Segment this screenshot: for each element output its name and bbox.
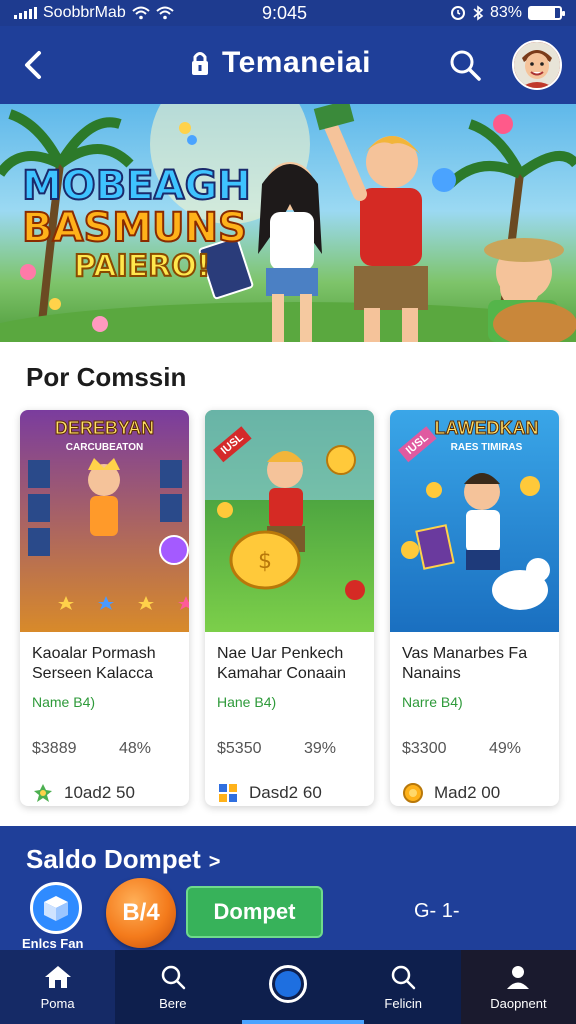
home-icon <box>44 965 71 988</box>
carrier-name: SoobbrMab <box>43 4 126 21</box>
search-icon <box>161 965 186 989</box>
wifi-icon-secondary <box>156 6 174 20</box>
game-card-percent: 39% <box>303 740 336 757</box>
nav-item-explore[interactable]: Felicin <box>346 950 461 1024</box>
nav-item-center[interactable] <box>230 950 345 1024</box>
game-card-body: Nae Uar Penkech Kamahar Conaain Hane B4)… <box>205 632 374 806</box>
header-title-group: Temaneiai <box>190 46 371 80</box>
game-card-footer-text: Dasd2 60 <box>249 783 322 802</box>
game-card-price: $5350 <box>217 740 262 757</box>
user-avatar[interactable] <box>512 40 562 90</box>
nav-item-profile[interactable]: Daopnent <box>460 950 576 1024</box>
game-card-art-subtitle: RAES TIMIRAS <box>450 442 523 453</box>
chevron-left-icon <box>25 51 41 79</box>
nav-label-home: Poma <box>40 995 75 1011</box>
app-header: Temaneiai <box>0 26 576 104</box>
game-card-tag: Name B4) <box>32 694 96 710</box>
signal-icon <box>14 7 37 19</box>
game-card-price: $3300 <box>402 740 447 757</box>
game-card-name: Nae Uar Penkech Kamahar Conaain <box>217 645 346 682</box>
game-card-footer: Dasd2 60 <box>217 782 362 804</box>
wifi-icon <box>132 6 150 20</box>
game-card-name: Vas Manarbes Fa Nanains <box>402 645 528 682</box>
balance-coin-text: B/4 <box>122 899 160 926</box>
status-left: SoobbrMab <box>14 4 174 22</box>
nav-label-profile: Daopnent <box>490 995 547 1011</box>
status-bar: SoobbrMab 9:045 83% <box>0 0 576 26</box>
wallet-title: Saldo Dompet <box>26 844 201 874</box>
game-card-percent: 49% <box>488 740 521 757</box>
game-card-list: DEREBYAN CARCUBEATON Kaoalar Pormash Ser… <box>20 410 560 806</box>
cube-icon <box>44 896 68 921</box>
person-icon <box>507 965 530 989</box>
cube-label: Enlcs Fan <box>22 936 84 951</box>
chevron-right-icon: > <box>208 851 221 873</box>
wallet-value: G- 1- <box>414 900 460 922</box>
wallet-title-link[interactable]: Saldo Dompet > <box>26 844 220 875</box>
nav-active-indicator <box>242 1020 364 1024</box>
hero-title-line-2: BASMUNS <box>21 205 248 251</box>
search-button[interactable] <box>448 48 482 82</box>
page-title: Temaneiai <box>222 46 372 79</box>
game-card-footer-text: Mad2 00 <box>434 783 501 802</box>
search-icon <box>450 50 481 81</box>
status-right: 83% <box>450 4 565 22</box>
game-card-footer-text: 10ad2 50 <box>64 783 135 802</box>
nav-item-home[interactable]: Poma <box>0 950 116 1024</box>
balance-coin: B/4 <box>106 878 176 948</box>
cube-button[interactable] <box>30 882 82 934</box>
puzzle-icon <box>219 784 237 802</box>
alarm-icon <box>450 6 465 20</box>
battery-icon <box>528 6 565 20</box>
game-card-body: Kaoalar Pormash Serseen Kalacca Name B4)… <box>20 632 189 806</box>
nav-label-explore: Felicin <box>384 995 422 1011</box>
game-card-art-title: LAWEDKAN <box>434 418 539 439</box>
svg-text:$: $ <box>258 549 272 574</box>
game-card[interactable]: IUSL LAWEDKAN RAES TIMIRAS Vas Manarbes … <box>390 410 559 806</box>
avatar-face <box>514 42 560 88</box>
game-card-stats: $5350 39% <box>217 740 362 758</box>
game-card-art-title: DEREBYAN <box>54 418 155 439</box>
dompet-button[interactable]: Dompet <box>186 886 323 938</box>
status-time: 9:045 <box>262 2 308 23</box>
gem-cluster-icon <box>34 784 52 802</box>
wallet-section: Saldo Dompet > Enlcs Fan B/4 Dompet G- 1- <box>0 826 576 951</box>
back-button[interactable] <box>18 48 48 82</box>
lock-icon <box>192 52 208 75</box>
battery-percent: 83% <box>489 4 522 21</box>
game-card-image: $ IUSL <box>205 410 374 632</box>
coin-icon <box>403 783 423 803</box>
game-card-stats: $3889 48% <box>32 740 177 758</box>
center-circle-icon <box>269 965 307 1003</box>
nav-item-search[interactable]: Bere <box>115 950 230 1024</box>
section-title-commission: Por Comssin <box>26 362 187 392</box>
hero-title: MOBEAGH BASMUNS PAIERO! <box>21 163 252 284</box>
bluetooth-icon <box>473 5 484 21</box>
hero-title-line-1: MOBEAGH <box>21 163 252 209</box>
hero-title-line-3: PAIERO! <box>73 249 211 284</box>
game-card[interactable]: DEREBYAN CARCUBEATON Kaoalar Pormash Ser… <box>20 410 189 806</box>
game-card-stats: $3300 49% <box>402 740 547 758</box>
game-card-price: $3889 <box>32 740 77 757</box>
hero-banner[interactable]: MOBEAGH BASMUNS PAIERO! <box>0 104 576 342</box>
game-card-footer: 10ad2 50 <box>32 782 177 804</box>
game-card-footer: Mad2 00 <box>402 782 547 804</box>
bottom-nav: Poma Bere Felicin Daopnent <box>0 950 576 1024</box>
game-card-tag: Hane B4) <box>217 694 277 710</box>
game-card-image: DEREBYAN CARCUBEATON <box>20 410 189 632</box>
nav-label-search: Bere <box>159 995 187 1011</box>
game-card-body: Vas Manarbes Fa Nanains Narre B4) $3300 … <box>390 632 559 806</box>
game-card-tag: Narre B4) <box>402 694 463 710</box>
game-card-name: Kaoalar Pormash Serseen Kalacca <box>32 645 156 682</box>
game-card-percent: 48% <box>118 740 151 757</box>
search-icon <box>391 965 416 989</box>
game-card-art-subtitle: CARCUBEATON <box>65 442 144 453</box>
game-card[interactable]: $ IUSL Nae Uar Penkech Kamahar Conaain H… <box>205 410 374 806</box>
game-card-image: IUSL LAWEDKAN RAES TIMIRAS <box>390 410 559 632</box>
